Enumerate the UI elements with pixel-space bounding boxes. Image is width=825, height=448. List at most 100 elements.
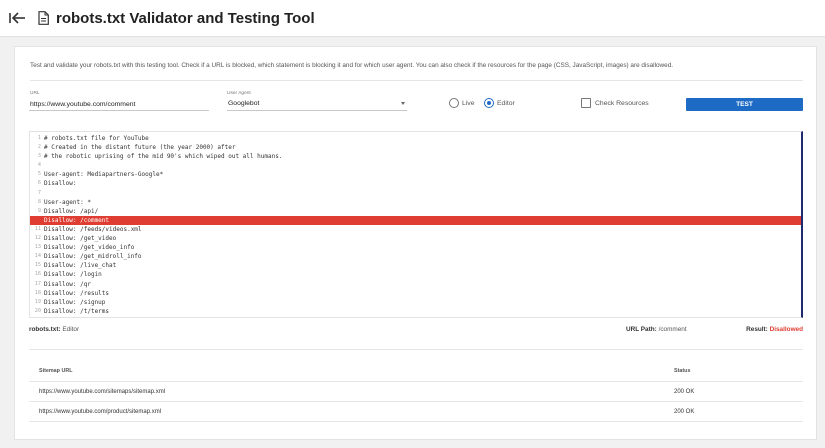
code-line: 16 Disallow: /login [30, 270, 801, 279]
mode-editor-radio[interactable] [484, 98, 494, 108]
code-line: 14 Disallow: /get_midroll_info [30, 252, 801, 261]
line-text: Disallow: /qr [44, 280, 91, 288]
table-row: https://www.youtube.com/sitemaps/sitemap… [29, 382, 803, 402]
url-path: URL Path: /comment [626, 326, 687, 333]
mode-live-radio[interactable] [449, 98, 459, 108]
line-text: User-agent: Mediapartners-Google* [44, 171, 164, 179]
line-text: Disallow: [44, 180, 77, 188]
sitemap-table: Sitemap URL Status https://www.youtube.c… [29, 363, 803, 422]
robots-source-value: Editor [62, 326, 80, 333]
line-number: 17 [34, 280, 41, 287]
col-status: Status [674, 368, 691, 374]
code-line: 18 Disallow: /results [30, 289, 801, 298]
test-button[interactable]: TEST [686, 98, 803, 111]
line-number: 20 [34, 307, 41, 314]
url-path-label: URL Path: [626, 326, 657, 333]
line-text: Disallow: /feeds/videos.xml [44, 225, 142, 233]
line-number: 3 [37, 153, 41, 160]
code-line: 4 [30, 161, 801, 170]
user-agent-select[interactable]: Googlebot [227, 98, 407, 111]
line-number: 15 [34, 262, 41, 269]
line-text: Disallow: /api/ [44, 207, 99, 215]
sitemap-url-cell[interactable]: https://www.youtube.com/sitemaps/sitemap… [39, 389, 165, 395]
code-lines: 1 # robots.txt file for YouTube 2 # Created… [30, 134, 801, 316]
line-text: Disallow: /live_chat [44, 262, 117, 270]
mode-live-label: Live [462, 100, 475, 107]
main-card: Test and validate your robots.txt with t… [14, 46, 817, 440]
line-number: 13 [34, 244, 41, 251]
robots-editor[interactable]: 1 # robots.txt file for YouTube 2 # Created… [29, 131, 803, 318]
line-number: 4 [37, 162, 41, 169]
line-number: 2 [37, 144, 41, 151]
result-status-row: robots.txt: Editor URL Path: /comment Re… [29, 326, 803, 336]
result-label: Result: [746, 326, 768, 333]
divider [29, 349, 803, 350]
line-text: Disallow: /get_midroll_info [44, 253, 142, 261]
line-number: 5 [37, 171, 41, 178]
page-title: robots.txt Validator and Testing Tool [56, 10, 315, 27]
code-line: 20 Disallow: /t/terms [30, 307, 801, 316]
code-line: 19 Disallow: /signup [30, 298, 801, 307]
line-number: 14 [34, 253, 41, 260]
url-path-value: /comment [658, 326, 687, 333]
divider [30, 80, 803, 81]
line-number: 16 [34, 271, 41, 278]
code-line: 3 # the robotic uprising of the mid 90's … [30, 152, 801, 161]
line-text: Disallow: /signup [44, 298, 106, 306]
line-number: 9 [37, 207, 41, 214]
line-number: 1 [37, 135, 41, 141]
robots-source: robots.txt: Editor [29, 326, 79, 333]
sitemap-status-cell: 200 OK [674, 409, 695, 415]
top-bar: robots.txt Validator and Testing Tool [0, 0, 825, 37]
code-line: 13 Disallow: /get_video_info [30, 243, 801, 252]
table-row: https://www.youtube.com/product/sitemap.… [29, 402, 803, 422]
code-line: 7 [30, 189, 801, 198]
line-text: # Created in the distant future (the yea… [44, 144, 236, 152]
line-number: 8 [37, 198, 41, 205]
code-line: 2 # Created in the distant future (the ye… [30, 143, 801, 152]
col-sitemap-url: Sitemap URL [39, 368, 73, 374]
chevron-down-icon [401, 102, 405, 105]
table-header: Sitemap URL Status [29, 363, 803, 382]
user-agent-value: Googlebot [228, 100, 260, 107]
line-number: 18 [34, 289, 41, 296]
url-input[interactable] [29, 98, 209, 111]
check-resources-label: Check Resources [595, 100, 649, 107]
line-number: 19 [34, 298, 41, 305]
url-label: URL [30, 91, 40, 96]
result: Result: Disallowed [746, 326, 803, 333]
line-number: 11 [34, 225, 41, 232]
line-text: # the robotic uprising of the mid 90's w… [44, 153, 283, 161]
sitemap-url-cell[interactable]: https://www.youtube.com/product/sitemap.… [39, 409, 161, 415]
mode-editor-label: Editor [497, 100, 515, 107]
user-agent-label: User Agent [227, 91, 251, 96]
code-line: 11 Disallow: /feeds/videos.xml [30, 225, 801, 234]
line-number: 6 [37, 180, 41, 187]
code-line: 8 User-agent: * [30, 198, 801, 207]
code-line: 9 Disallow: /api/ [30, 207, 801, 216]
line-text: Disallow: /login [44, 271, 102, 279]
document-icon [38, 11, 49, 25]
code-line: 1 # robots.txt file for YouTube [30, 134, 801, 143]
line-number: 12 [34, 235, 41, 242]
robots-source-label: robots.txt: [29, 326, 61, 333]
line-text: Disallow: /get_video [44, 235, 117, 243]
code-line: 5 User-agent: Mediapartners-Google* [30, 170, 801, 179]
code-line: 12 Disallow: /get_video [30, 234, 801, 243]
description-text: Test and validate your robots.txt with t… [30, 62, 674, 69]
sitemap-status-cell: 200 OK [674, 389, 695, 395]
line-text: Disallow: /get_video_info [44, 244, 135, 252]
check-resources-checkbox[interactable] [581, 98, 591, 108]
line-text: User-agent: * [44, 198, 91, 206]
line-text: Disallow: /comment [44, 216, 110, 224]
result-value: Disallowed [769, 326, 803, 333]
code-line: 15 Disallow: /live_chat [30, 261, 801, 270]
code-line-blocked: Disallow: /comment [30, 215, 801, 225]
code-line: 17 Disallow: /qr [30, 280, 801, 289]
line-number: 7 [37, 189, 41, 196]
back-arrow-icon[interactable] [8, 10, 26, 26]
line-text: Disallow: /t/terms [44, 307, 110, 315]
blocked-icon [32, 217, 38, 224]
code-line: 6 Disallow: [30, 179, 801, 188]
line-text: # robots.txt file for YouTube [44, 135, 149, 142]
